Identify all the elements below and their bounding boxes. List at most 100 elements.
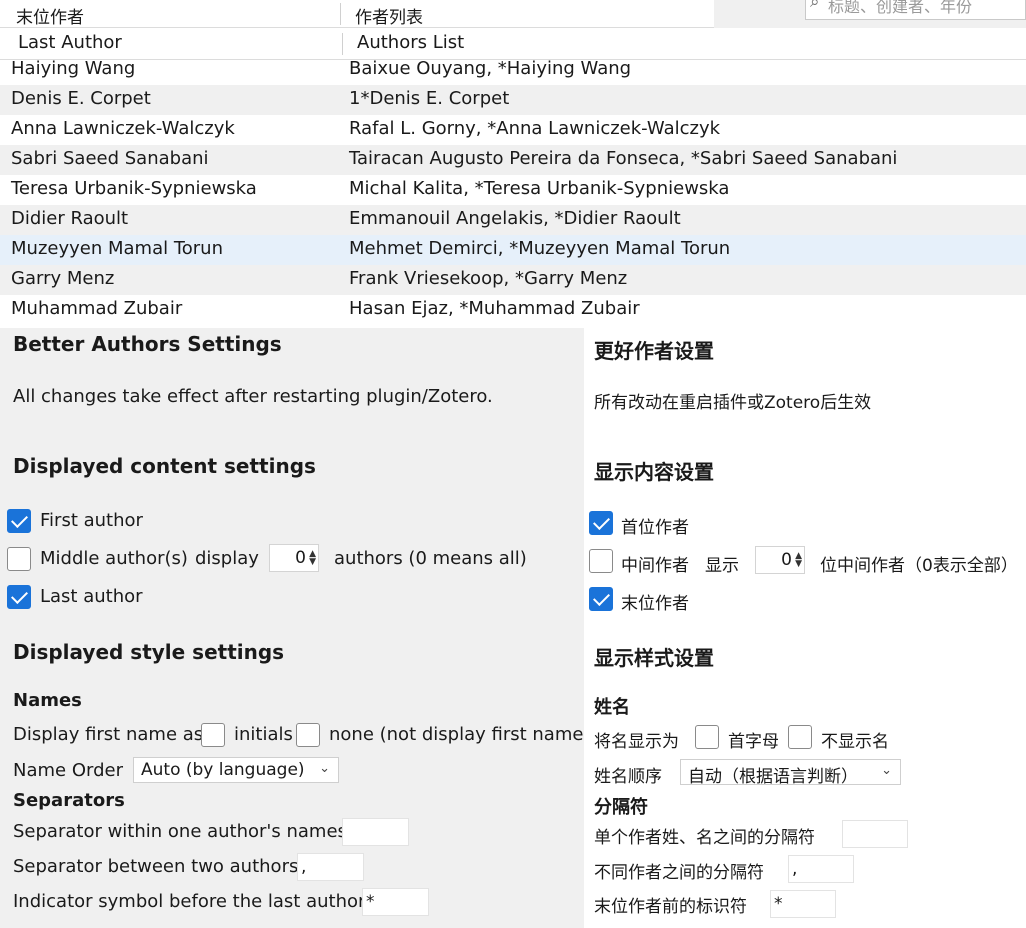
first-author-label: First author xyxy=(40,510,143,531)
spinner-arrows-icon[interactable]: ▲ ▼ xyxy=(795,552,802,569)
sep-between-value-zh: , xyxy=(792,859,798,879)
style-settings-heading-zh: 显示样式设置 xyxy=(594,646,714,670)
column-header-last-author-zh[interactable]: 末位作者 xyxy=(16,3,84,28)
middle-count-value-zh: 0 xyxy=(781,550,792,570)
cell-authors-list: 1*Denis E. Corpet xyxy=(349,88,510,109)
column-header-authors-list-zh[interactable]: 作者列表 xyxy=(355,3,423,28)
column-divider[interactable] xyxy=(342,33,343,55)
first-author-label-zh: 首位作者 xyxy=(621,518,689,538)
table-row[interactable]: Teresa Urbanik-Sypniewska Michal Kalita, … xyxy=(0,175,1026,205)
spinner-arrows-icon[interactable]: ▲ ▼ xyxy=(309,550,316,567)
sep-within-input[interactable] xyxy=(342,818,409,846)
name-order-select-zh[interactable]: 自动（根据语言判断） ⌄ xyxy=(680,759,901,787)
column-header-authors-list[interactable]: Authors List xyxy=(357,32,464,53)
middle-author-checkbox-zh[interactable] xyxy=(589,549,613,573)
none-checkbox-zh[interactable] xyxy=(788,725,812,749)
cell-last-author: Didier Raoult xyxy=(11,208,129,229)
initials-label-zh: 首字母 xyxy=(728,732,779,752)
restart-note: All changes take effect after restarting… xyxy=(13,386,493,407)
cell-last-author: Muhammad Zubair xyxy=(11,298,183,319)
cell-last-author: Sabri Saeed Sanabani xyxy=(11,148,209,169)
table-row[interactable]: Haiying Wang Baixue Ouyang, *Haiying Wang xyxy=(0,55,1026,85)
name-order-label: Name Order xyxy=(13,760,123,781)
table-body: Haiying Wang Baixue Ouyang, *Haiying Wang… xyxy=(0,55,1026,325)
display-label-zh: 显示 xyxy=(705,556,739,576)
cell-last-author: Garry Menz xyxy=(11,268,115,289)
display-first-name-label-zh: 将名显示为 xyxy=(594,732,679,752)
table-row[interactable]: Muhammad Zubair Hasan Ejaz, *Muhammad Zub… xyxy=(0,295,1026,325)
indicator-input[interactable]: * xyxy=(362,888,429,916)
first-author-checkbox[interactable] xyxy=(7,509,31,533)
initials-checkbox[interactable] xyxy=(201,723,225,747)
cell-authors-list: Mehmet Demirci, *Muzeyyen Mamal Torun xyxy=(349,238,731,259)
indicator-label: Indicator symbol before the last author xyxy=(13,891,366,912)
restart-note-zh: 所有改动在重启插件或Zotero后生效 xyxy=(594,393,872,413)
settings-title: Better Authors Settings xyxy=(13,332,282,356)
sep-between-label: Separator between two authors xyxy=(13,856,299,877)
first-author-checkbox-zh[interactable] xyxy=(589,511,613,535)
settings-panel-en: Better Authors Settings All changes take… xyxy=(0,328,590,928)
settings-title-zh: 更好作者设置 xyxy=(594,339,714,363)
middle-author-label-zh: 中间作者 xyxy=(621,556,689,576)
middle-suffix-label: authors (0 means all) xyxy=(334,548,527,569)
cell-last-author: Denis E. Corpet xyxy=(11,88,151,109)
sep-between-label-zh: 不同作者之间的分隔符 xyxy=(594,863,764,883)
middle-author-label: Middle author(s) xyxy=(40,548,188,569)
initials-label: initials xyxy=(234,724,293,745)
indicator-label-zh: 末位作者前的标识符 xyxy=(594,897,747,917)
last-author-checkbox[interactable] xyxy=(7,585,31,609)
sep-between-input[interactable]: , xyxy=(297,853,364,881)
last-author-label-zh: 末位作者 xyxy=(621,594,689,614)
cell-authors-list: Frank Vriesekoop, *Garry Menz xyxy=(349,268,628,289)
style-settings-heading: Displayed style settings xyxy=(13,640,285,664)
zh-column-header: 末位作者 作者列表 xyxy=(0,0,714,28)
middle-author-checkbox[interactable] xyxy=(7,547,31,571)
initials-checkbox-zh[interactable] xyxy=(695,725,719,749)
cell-last-author: Teresa Urbanik-Sypniewska xyxy=(11,178,257,199)
table-row[interactable]: Muzeyyen Mamal Torun Mehmet Demirci, *Muz… xyxy=(0,235,1026,265)
table-row[interactable]: Garry Menz Frank Vriesekoop, *Garry Menz xyxy=(0,265,1026,295)
cell-authors-list: Emmanouil Angelakis, *Didier Raoult xyxy=(349,208,681,229)
table-row[interactable]: Didier Raoult Emmanouil Angelakis, *Didie… xyxy=(0,205,1026,235)
middle-count-value: 0 xyxy=(295,548,306,568)
none-label-zh: 不显示名 xyxy=(821,732,889,752)
search-input[interactable]: ⌕ 标题、创建者、年份 xyxy=(805,0,1026,20)
separators-heading: Separators xyxy=(13,790,125,811)
indicator-value-zh: * xyxy=(774,894,783,914)
middle-suffix-label-zh: 位中间作者（0表示全部） xyxy=(820,556,1018,576)
none-checkbox[interactable] xyxy=(296,723,320,747)
indicator-value: * xyxy=(366,892,375,912)
last-author-label: Last author xyxy=(40,586,143,607)
table-row[interactable]: Anna Lawniczek-Walczyk Rafal L. Gorny, *A… xyxy=(0,115,1026,145)
column-divider[interactable] xyxy=(340,3,341,25)
settings-panel-zh: 更好作者设置 所有改动在重启插件或Zotero后生效 显示内容设置 首位作者 中… xyxy=(584,328,1026,928)
name-order-value: Auto (by language) xyxy=(141,760,305,780)
sep-within-label-zh: 单个作者姓、名之间的分隔符 xyxy=(594,828,815,848)
display-first-name-label: Display first name as xyxy=(13,724,204,745)
items-table: 末位作者 作者列表 ⌕ 标题、创建者、年份 Last Author Author… xyxy=(0,0,1026,328)
chevron-down-icon: ⌄ xyxy=(319,761,330,776)
name-order-value-zh: 自动（根据语言判断） xyxy=(688,767,858,787)
search-icon: ⌕ xyxy=(810,0,820,12)
sep-between-input-zh[interactable]: , xyxy=(788,855,854,883)
middle-count-stepper-zh[interactable]: 0 ▲ ▼ xyxy=(755,546,805,574)
none-label: none (not display first name) xyxy=(329,724,591,745)
table-row[interactable]: Denis E. Corpet 1*Denis E. Corpet xyxy=(0,85,1026,115)
name-order-select[interactable]: Auto (by language) ⌄ xyxy=(133,757,339,783)
cell-authors-list: Baixue Ouyang, *Haiying Wang xyxy=(349,58,632,79)
name-order-label-zh: 姓名顺序 xyxy=(594,767,662,787)
cell-authors-list: Michal Kalita, *Teresa Urbanik-Sypniewsk… xyxy=(349,178,730,199)
cell-authors-list: Rafal L. Gorny, *Anna Lawniczek-Walczyk xyxy=(349,118,721,139)
cell-last-author: Muzeyyen Mamal Torun xyxy=(11,238,223,259)
indicator-input-zh[interactable]: * xyxy=(770,890,836,918)
cell-last-author: Haiying Wang xyxy=(11,58,136,79)
sep-within-label: Separator within one author's names xyxy=(13,821,347,842)
table-row[interactable]: Sabri Saeed Sanabani Tairacan Augusto Per… xyxy=(0,145,1026,175)
chevron-down-icon: ⌄ xyxy=(881,763,892,778)
column-header-last-author[interactable]: Last Author xyxy=(18,32,122,53)
sep-within-input-zh[interactable] xyxy=(842,820,908,848)
middle-count-stepper[interactable]: 0 ▲ ▼ xyxy=(269,544,319,572)
names-heading: Names xyxy=(13,690,82,711)
display-label: display xyxy=(195,548,259,569)
last-author-checkbox-zh[interactable] xyxy=(589,587,613,611)
